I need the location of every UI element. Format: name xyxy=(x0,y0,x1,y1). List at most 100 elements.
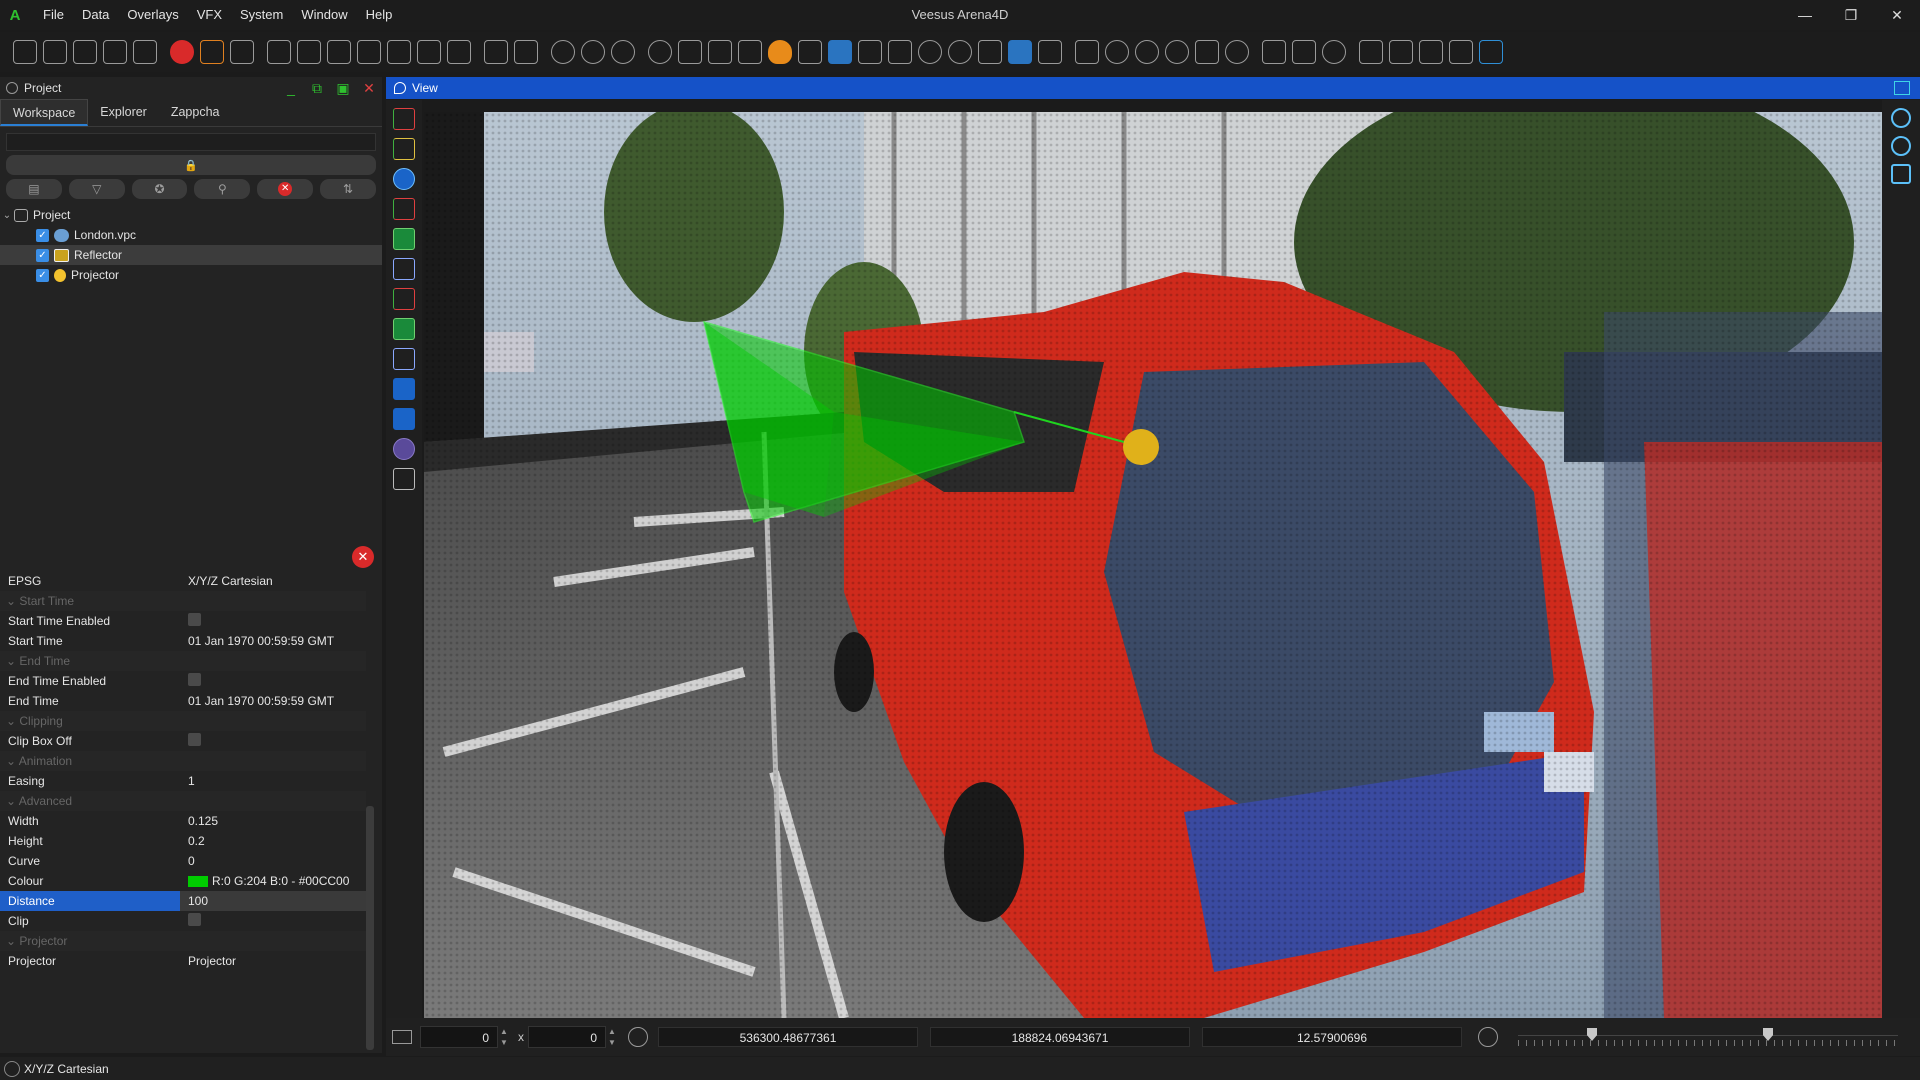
property-checkbox[interactable] xyxy=(188,673,201,686)
anchor-icon[interactable] xyxy=(1105,40,1129,64)
property-value[interactable]: 0 xyxy=(180,854,366,868)
chevron-down-icon[interactable]: ⌄ xyxy=(0,210,14,221)
sync-icon[interactable] xyxy=(1322,40,1346,64)
tree-root-project[interactable]: ⌄ Project xyxy=(0,205,382,225)
zoom-icon[interactable] xyxy=(858,40,882,64)
clear-filter-icon[interactable]: ✪ xyxy=(131,179,188,199)
property-value[interactable]: 01 Jan 1970 00:59:59 GMT xyxy=(180,634,366,648)
pdf-icon[interactable] xyxy=(357,40,381,64)
top-view-icon[interactable] xyxy=(393,228,415,250)
zoom-to-icon[interactable]: ⚲ xyxy=(194,179,251,199)
vertical-split-icon[interactable] xyxy=(393,408,415,430)
property-value[interactable] xyxy=(180,613,366,629)
property-value[interactable] xyxy=(180,673,366,689)
speed-gauge-icon[interactable] xyxy=(1478,1027,1498,1047)
properties-scrollbar[interactable] xyxy=(366,806,374,1050)
menu-data[interactable]: Data xyxy=(73,0,118,30)
horizontal-split-icon[interactable] xyxy=(393,378,415,400)
minimize-icon[interactable]: — xyxy=(1782,0,1828,30)
close-properties-button[interactable]: ✕ xyxy=(352,546,374,568)
redo-icon[interactable] xyxy=(230,40,254,64)
chevron-down-icon[interactable]: ⌄ xyxy=(6,934,19,948)
snap-icon[interactable] xyxy=(1008,40,1032,64)
up-arrow-icon[interactable] xyxy=(1262,40,1286,64)
front-view-icon[interactable] xyxy=(393,198,415,220)
edit-view-icon[interactable] xyxy=(1891,136,1911,156)
pencil-icon[interactable] xyxy=(1038,40,1062,64)
minimize-panel-icon[interactable]: _ xyxy=(278,80,304,97)
save-icon[interactable] xyxy=(73,40,97,64)
print-icon[interactable] xyxy=(297,40,321,64)
check-view-icon[interactable] xyxy=(1891,108,1911,128)
open-icon[interactable] xyxy=(43,40,67,64)
ppt-export-icon[interactable] xyxy=(514,40,538,64)
property-checkbox[interactable] xyxy=(188,913,201,926)
visibility-checkbox[interactable]: ✓ xyxy=(36,248,49,262)
width-spinner-arrows-icon[interactable]: ▲ ▼ xyxy=(498,1026,510,1048)
timeline-slider[interactable] xyxy=(1508,1022,1908,1052)
globe-icon[interactable] xyxy=(948,40,972,64)
csv-icon[interactable] xyxy=(133,40,157,64)
lock-bar[interactable]: 🔒 xyxy=(6,155,376,175)
menu-system[interactable]: System xyxy=(231,0,292,30)
image-icon[interactable] xyxy=(678,40,702,64)
maximize-panel-icon[interactable]: ▣ xyxy=(330,80,356,97)
property-checkbox[interactable] xyxy=(188,613,201,626)
property-value[interactable] xyxy=(180,913,366,929)
grid-icon[interactable] xyxy=(1075,40,1099,64)
project-search-input[interactable] xyxy=(6,133,376,151)
close-icon[interactable]: ✕ xyxy=(1874,0,1920,30)
back-view-icon[interactable] xyxy=(393,288,415,310)
render-icon[interactable] xyxy=(417,40,441,64)
cone-icon[interactable] xyxy=(1135,40,1159,64)
camera-icon[interactable] xyxy=(327,40,351,64)
fire-icon[interactable] xyxy=(768,40,792,64)
property-value[interactable]: 1 xyxy=(180,774,366,788)
height-spinbox[interactable]: 0 xyxy=(528,1026,606,1048)
time-icon[interactable] xyxy=(628,1027,648,1047)
link-icon[interactable] xyxy=(708,40,732,64)
eye-icon[interactable] xyxy=(1479,40,1503,64)
property-value[interactable]: 01 Jan 1970 00:59:59 GMT xyxy=(180,694,366,708)
export-view-icon[interactable] xyxy=(1891,164,1911,184)
tools-icon[interactable] xyxy=(888,40,912,64)
property-group[interactable]: ⌄ Clipping xyxy=(0,711,366,731)
undo-icon[interactable] xyxy=(200,40,224,64)
menu-file[interactable]: File xyxy=(34,0,73,30)
visibility-checkbox[interactable]: ✓ xyxy=(36,268,49,282)
point-cloud-viewport[interactable] xyxy=(424,112,1882,1018)
layers-icon[interactable] xyxy=(738,40,762,64)
table-view-icon[interactable]: ▤ xyxy=(6,179,62,199)
property-value[interactable]: 0.2 xyxy=(180,834,366,848)
property-value[interactable]: X/Y/Z Cartesian xyxy=(180,574,366,588)
property-value[interactable]: 100 xyxy=(180,891,366,911)
iso-view-icon[interactable] xyxy=(393,348,415,370)
brush-icon[interactable] xyxy=(798,40,822,64)
property-group[interactable]: ⌄ Animation xyxy=(0,751,366,771)
filter-icon[interactable] xyxy=(551,40,575,64)
navigation-mode-icon[interactable] xyxy=(393,168,415,190)
bottom-view-icon[interactable] xyxy=(393,318,415,340)
restore-icon[interactable]: ❐ xyxy=(1828,0,1874,30)
measure-icon[interactable] xyxy=(828,40,852,64)
time-icon[interactable] xyxy=(581,40,605,64)
folder-icon[interactable] xyxy=(103,40,127,64)
property-value[interactable]: Projector xyxy=(180,954,366,968)
color-swatch[interactable] xyxy=(188,876,208,888)
chevron-down-icon[interactable]: ⌄ xyxy=(6,654,19,668)
tree-item-reflector[interactable]: ✓ Reflector xyxy=(0,245,382,265)
visibility-checkbox[interactable]: ✓ xyxy=(36,228,49,242)
compass-icon[interactable] xyxy=(1165,40,1189,64)
undock-panel-icon[interactable]: ⧉ xyxy=(304,80,330,97)
window-icon[interactable] xyxy=(1449,40,1473,64)
property-group[interactable]: ⌄ End Time xyxy=(0,651,366,671)
text-icon[interactable] xyxy=(447,40,471,64)
view-maximize-icon[interactable] xyxy=(1894,81,1910,95)
document-icon[interactable] xyxy=(267,40,291,64)
layout-icon[interactable] xyxy=(387,40,411,64)
menu-window[interactable]: Window xyxy=(292,0,356,30)
chevron-down-icon[interactable]: ⌄ xyxy=(6,754,19,768)
filter-icon[interactable]: ▽ xyxy=(68,179,125,199)
chevron-down-icon[interactable]: ⌄ xyxy=(6,714,19,728)
pdf-export-icon[interactable] xyxy=(484,40,508,64)
